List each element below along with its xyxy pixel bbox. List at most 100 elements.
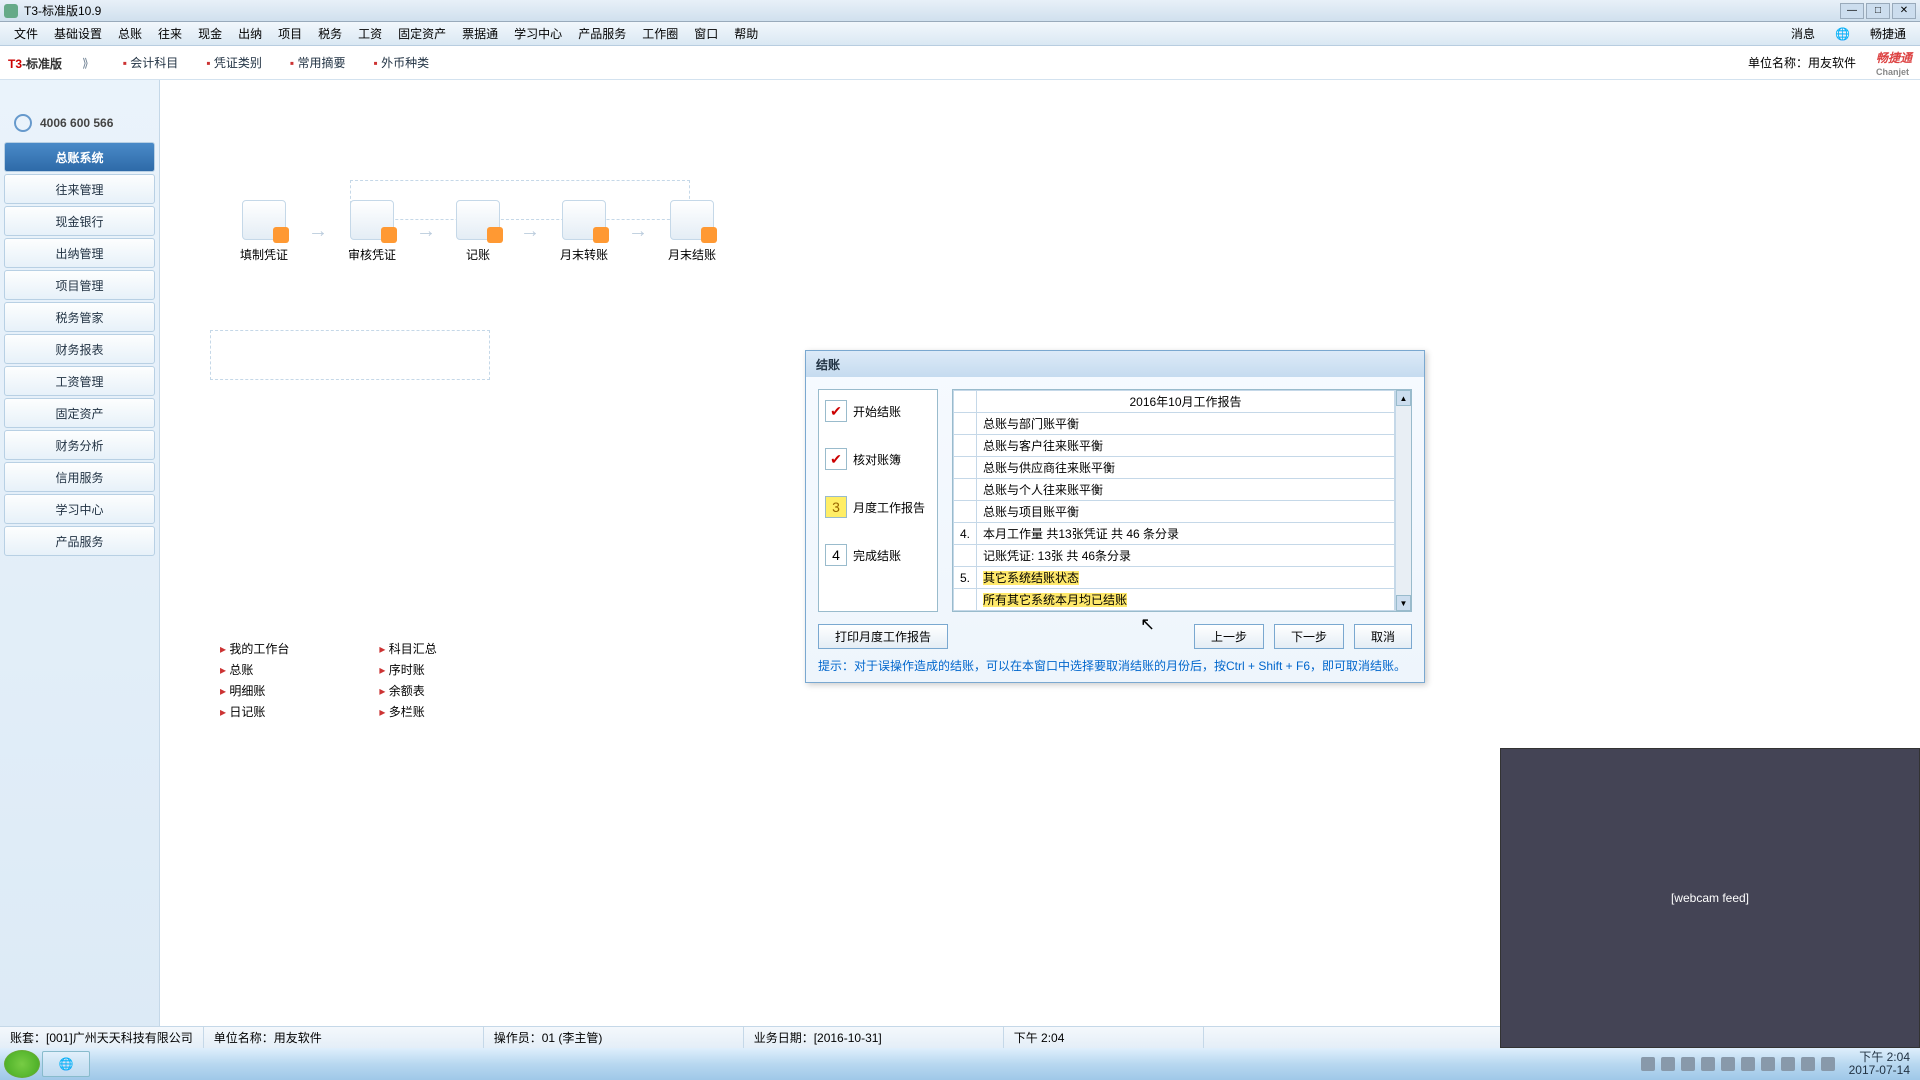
toolbar-link-currency[interactable]: 外币种类 xyxy=(374,54,430,71)
arrow-icon: → xyxy=(520,220,540,243)
flow-frame-2 xyxy=(210,330,490,380)
sidebar-item-cash[interactable]: 现金银行 xyxy=(4,206,155,236)
step4-icon: 4 xyxy=(825,544,847,566)
tray-icon[interactable] xyxy=(1641,1057,1655,1071)
tray-icon[interactable] xyxy=(1741,1057,1755,1071)
sublink-chrono[interactable]: 序时账 xyxy=(379,661,436,678)
menu-product[interactable]: 产品服务 xyxy=(572,23,632,44)
menu-project[interactable]: 项目 xyxy=(272,23,308,44)
flow-node-voucher[interactable]: 填制凭证 xyxy=(240,200,288,263)
menu-tax[interactable]: 税务 xyxy=(312,23,348,44)
sublink-detail[interactable]: 明细账 xyxy=(220,682,289,699)
menu-message[interactable]: 消息 xyxy=(1785,23,1821,44)
menu-gl[interactable]: 总账 xyxy=(112,23,148,44)
menu-notes[interactable]: 票据通 xyxy=(456,23,504,44)
flow-node-close[interactable]: 月末结账 xyxy=(668,200,716,263)
dialog-title: 结账 xyxy=(806,351,1424,377)
menu-payroll[interactable]: 工资 xyxy=(352,23,388,44)
start-button[interactable] xyxy=(4,1050,40,1078)
menu-cjt[interactable]: 畅捷通 xyxy=(1864,23,1912,44)
sublink-multi[interactable]: 多栏账 xyxy=(379,703,436,720)
sidebar-item-analysis[interactable]: 财务分析 xyxy=(4,430,155,460)
post-icon xyxy=(456,200,500,240)
flow-node-post[interactable]: 记账 xyxy=(456,200,500,263)
tray-icon[interactable] xyxy=(1661,1057,1675,1071)
scroll-down-icon[interactable]: ▼ xyxy=(1396,595,1411,611)
sidebar-item-fa[interactable]: 固定资产 xyxy=(4,398,155,428)
toolbar-link-vouchertype[interactable]: 凭证类别 xyxy=(206,54,262,71)
sub-links: 我的工作台 总账 明细账 日记账 科目汇总 序时账 余额表 多栏账 xyxy=(220,640,437,720)
sublink-gl[interactable]: 总账 xyxy=(220,661,289,678)
toolbar-link-account[interactable]: 会计科目 xyxy=(123,54,179,71)
sublink-workbench[interactable]: 我的工作台 xyxy=(220,640,289,657)
taskbar-clock[interactable]: 下午 2:042017-07-14 xyxy=(1849,1051,1910,1077)
status-date: 业务日期：[2016-10-31] xyxy=(744,1027,1004,1048)
sidebar-item-project[interactable]: 项目管理 xyxy=(4,270,155,300)
app-icon xyxy=(4,4,18,18)
tray-icon[interactable] xyxy=(1721,1057,1735,1071)
menu-cash[interactable]: 现金 xyxy=(192,23,228,44)
tray-icon[interactable] xyxy=(1761,1057,1775,1071)
maximize-button[interactable]: □ xyxy=(1866,3,1890,19)
workflow: 填制凭证 → 审核凭证 → 记账 → 月末转账 → 月末结账 xyxy=(240,200,716,263)
menu-learn[interactable]: 学习中心 xyxy=(508,23,568,44)
voucher-icon xyxy=(242,200,286,240)
tray-icon[interactable] xyxy=(1801,1057,1815,1071)
volume-icon[interactable] xyxy=(1821,1057,1835,1071)
wizard-steps: ✔开始结账 ✔核对账簿 3月度工作报告 4完成结账 xyxy=(818,389,938,612)
menu-window[interactable]: 窗口 xyxy=(688,23,724,44)
sidebar-item-cashier[interactable]: 出纳管理 xyxy=(4,238,155,268)
close-button[interactable]: ✕ xyxy=(1892,3,1916,19)
sidebar-item-learn[interactable]: 学习中心 xyxy=(4,494,155,524)
sidebar-item-ar[interactable]: 往来管理 xyxy=(4,174,155,204)
tray-icon[interactable] xyxy=(1701,1057,1715,1071)
taskbar-app[interactable]: 🌐 xyxy=(42,1051,90,1077)
table-row: 4.本月工作量 共13张凭证 共 46 条分录 xyxy=(954,523,1395,545)
sidebar-item-payroll[interactable]: 工资管理 xyxy=(4,366,155,396)
print-report-button[interactable]: 打印月度工作报告 xyxy=(818,624,948,649)
menubar: 文件 基础设置 总账 往来 现金 出纳 项目 税务 工资 固定资产 票据通 学习… xyxy=(0,22,1920,46)
scroll-up-icon[interactable]: ▲ xyxy=(1396,390,1411,406)
sublink-summary[interactable]: 科目汇总 xyxy=(379,640,436,657)
status-time: 下午 2:04 xyxy=(1004,1027,1204,1048)
report-title: 2016年10月工作报告 xyxy=(977,391,1395,413)
next-button[interactable]: 下一步 xyxy=(1274,624,1344,649)
menu-ar[interactable]: 往来 xyxy=(152,23,188,44)
sidebar-item-credit[interactable]: 信用服务 xyxy=(4,462,155,492)
minimize-button[interactable]: — xyxy=(1840,3,1864,19)
chevron-icon[interactable]: ⟫ xyxy=(82,56,89,70)
flow-node-transfer[interactable]: 月末转账 xyxy=(560,200,608,263)
report-panel: ▲ ▼ 2016年10月工作报告 总账与部门账平衡 总账与客户往来账平衡 总账与… xyxy=(952,389,1412,612)
brand-logo: 畅捷通Chanjet xyxy=(1876,49,1912,77)
flow-node-audit[interactable]: 审核凭证 xyxy=(348,200,396,263)
sublink-balance[interactable]: 余额表 xyxy=(379,682,436,699)
step-verify[interactable]: ✔核对账簿 xyxy=(823,444,933,474)
scrollbar[interactable]: ▲ ▼ xyxy=(1395,390,1411,611)
step-start[interactable]: ✔开始结账 xyxy=(823,396,933,426)
taskbar: 🌐 下午 2:042017-07-14 xyxy=(0,1048,1920,1080)
menu-file[interactable]: 文件 xyxy=(8,23,44,44)
system-tray: 下午 2:042017-07-14 xyxy=(1635,1051,1916,1077)
toolbar-link-summary[interactable]: 常用摘要 xyxy=(290,54,346,71)
app-logo: T3-标准版 xyxy=(8,52,62,73)
sidebar-item-tax[interactable]: 税务管家 xyxy=(4,302,155,332)
menu-basicsetup[interactable]: 基础设置 xyxy=(48,23,108,44)
menu-fa[interactable]: 固定资产 xyxy=(392,23,452,44)
sidebar-item-gl[interactable]: 总账系统 xyxy=(4,142,155,172)
tray-icon[interactable] xyxy=(1681,1057,1695,1071)
prev-button[interactable]: 上一步 xyxy=(1194,624,1264,649)
dialog-hint: 提示：对于误操作造成的结账，可以在本窗口中选择要取消结账的月份后，按Ctrl +… xyxy=(806,657,1424,682)
menu-cashier[interactable]: 出纳 xyxy=(232,23,268,44)
tray-icon[interactable] xyxy=(1781,1057,1795,1071)
audit-icon xyxy=(350,200,394,240)
check-icon: ✔ xyxy=(825,400,847,422)
table-row: 5.其它系统结账状态 xyxy=(954,567,1395,589)
step-finish[interactable]: 4完成结账 xyxy=(823,540,933,570)
menu-help[interactable]: 帮助 xyxy=(728,23,764,44)
sidebar-item-report[interactable]: 财务报表 xyxy=(4,334,155,364)
step-report[interactable]: 3月度工作报告 xyxy=(823,492,933,522)
sublink-journal[interactable]: 日记账 xyxy=(220,703,289,720)
menu-workcircle[interactable]: 工作圈 xyxy=(636,23,684,44)
sidebar-item-product[interactable]: 产品服务 xyxy=(4,526,155,556)
cancel-button[interactable]: 取消 xyxy=(1354,624,1412,649)
